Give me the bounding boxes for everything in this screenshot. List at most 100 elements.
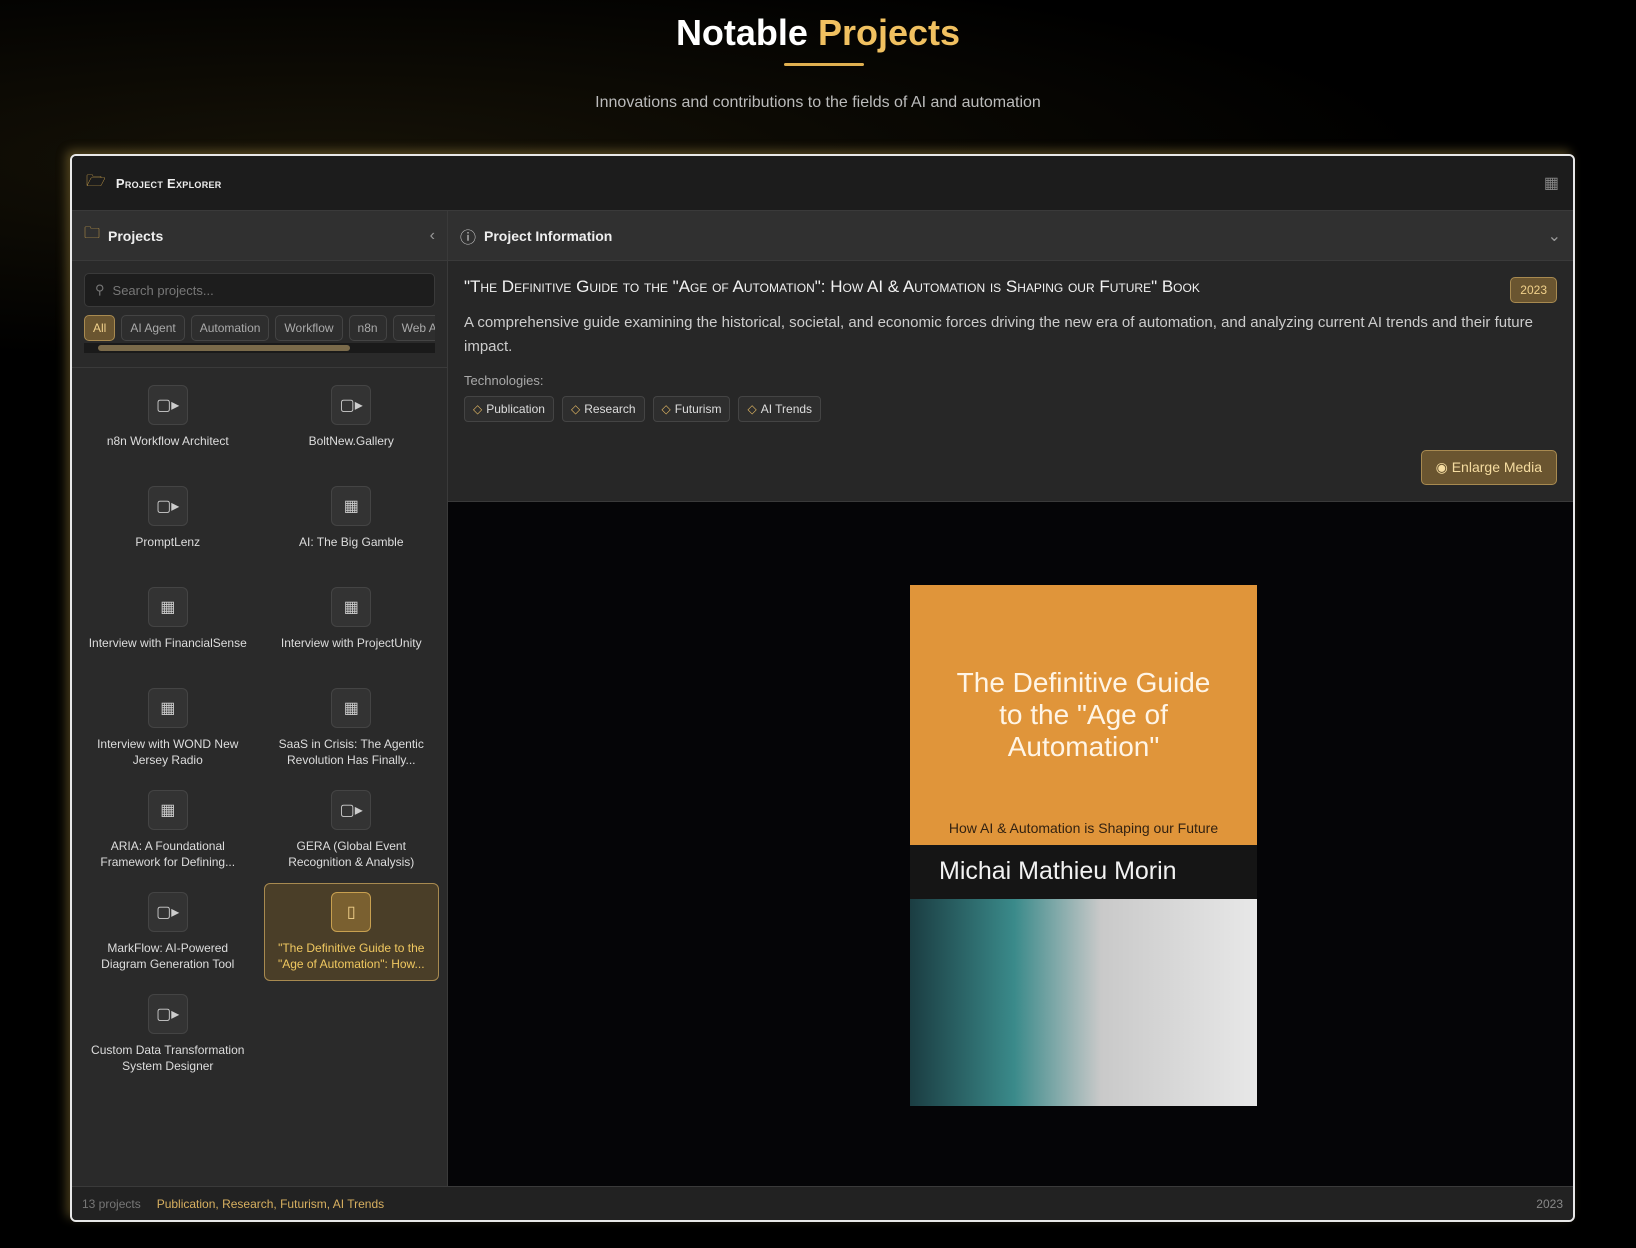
image-icon: ▦ — [147, 790, 188, 830]
tag-label: Futurism — [674, 402, 722, 416]
collapse-sidebar-button[interactable]: ‹ — [430, 227, 435, 245]
search-placeholder: Search projects... — [112, 282, 214, 298]
filter-scrollbar[interactable] — [84, 343, 435, 353]
project-count: 13 projects — [82, 1196, 141, 1211]
tag-research: ◇ Research — [561, 396, 645, 422]
project-item[interactable]: ▦ Interview with FinancialSense — [80, 578, 256, 675]
project-description: A comprehensive guide examining the hist… — [464, 314, 1533, 355]
project-item[interactable]: ▯ "The Definitive Guide to the "Age of Au… — [263, 883, 439, 981]
video-icon: ▢▸ — [147, 486, 188, 526]
filter-all[interactable]: All — [84, 315, 116, 341]
image-icon: ▦ — [331, 688, 372, 728]
project-item[interactable]: ▦ SaaS in Crisis: The Agentic Revolution … — [264, 679, 440, 777]
book-subtitle: How AI & Automation is Shaping our Futur… — [948, 820, 1219, 836]
media-viewer: The Definitive Guide to the "Age of Auto… — [448, 502, 1573, 1186]
project-title: "The Definitive Guide to the "Age of Aut… — [464, 277, 1200, 296]
project-label: Interview with ProjectUnity — [280, 636, 422, 650]
image-icon: ▦ — [147, 587, 188, 627]
book-cover-image: The Definitive Guide to the "Age of Auto… — [910, 585, 1257, 1106]
tag-label: Research — [584, 402, 636, 416]
project-label: ARIA: A Foundational Framework for Defin… — [100, 839, 236, 869]
project-item[interactable]: ▢▸ GERA (Global Event Recognition & Analy… — [264, 781, 440, 879]
filter-ai-agent[interactable]: AI Agent — [121, 315, 185, 341]
filter-workflow[interactable]: Workflow — [275, 315, 343, 341]
status-bar: 13 projects Publication, Research, Futur… — [72, 1186, 1573, 1220]
tag-publication: ◇ Publication — [464, 396, 554, 422]
info-header: ⓘ Project Information ⌄ — [448, 211, 1573, 261]
video-icon: ▢▸ — [147, 994, 188, 1034]
filter-web-apps[interactable]: Web Ap — [392, 315, 435, 341]
title-accent: Projects — [817, 12, 961, 53]
book-cover-art — [910, 899, 1257, 1106]
info-header-title: Project Information — [484, 227, 613, 244]
project-label: Interview with WOND New Jersey Radio — [97, 737, 239, 767]
project-label: n8n Workflow Architect — [106, 434, 229, 448]
project-item[interactable]: ▢▸ PromptLenz — [80, 477, 256, 574]
technologies-label: Technologies: — [464, 373, 544, 388]
enlarge-media-button[interactable]: ◉ Enlarge Media — [1420, 450, 1557, 485]
tag-ai-trends: ◇ AI Trends — [738, 396, 822, 422]
search-icon: ⚲ — [95, 282, 105, 297]
tag-label: Publication — [486, 402, 545, 416]
title-underline — [784, 63, 864, 66]
book-cover-top: The Definitive Guide to the "Age of Auto… — [910, 585, 1257, 845]
project-label: SaaS in Crisis: The Agentic Revolution H… — [278, 737, 424, 767]
grid-view-icon[interactable]: ▦ — [1544, 173, 1559, 193]
footer-year: 2023 — [1536, 1196, 1563, 1211]
folder-icon: 🗀 — [84, 225, 101, 242]
collapse-info-button[interactable]: ⌄ — [1548, 226, 1561, 246]
tag-icon: ◇ — [747, 402, 757, 416]
filter-automation[interactable]: Automation — [190, 315, 270, 341]
info-icon: ⓘ — [460, 229, 477, 247]
video-icon: ▢▸ — [331, 790, 372, 830]
project-label: Interview with FinancialSense — [88, 636, 247, 650]
project-details: "The Definitive Guide to the "Age of Aut… — [448, 261, 1573, 502]
project-label: "The Definitive Guide to the "Age of Aut… — [277, 941, 425, 971]
project-item[interactable]: ▢▸ MarkFlow: AI-Powered Diagram Generatio… — [80, 883, 256, 981]
project-item[interactable]: ▦ AI: The Big Gamble — [264, 477, 440, 574]
video-icon: ▢▸ — [147, 385, 188, 425]
year-badge: 2023 — [1510, 277, 1557, 303]
tag-futurism: ◇ Futurism — [652, 396, 731, 422]
project-item[interactable]: ▦ Interview with ProjectUnity — [264, 578, 440, 675]
title-part: Notable — [675, 12, 808, 53]
filter-n8n[interactable]: n8n — [348, 315, 387, 341]
search-input[interactable]: ⚲ Search projects... — [84, 273, 435, 307]
page-subtitle: Innovations and contributions to the fie… — [595, 94, 1041, 111]
project-label: BoltNew.Gallery — [308, 434, 394, 448]
explorer-header: 🗁 Project Explorer ▦ — [72, 156, 1573, 211]
project-item[interactable]: ▢▸ n8n Workflow Architect — [80, 376, 256, 473]
image-icon: ▦ — [331, 486, 372, 526]
project-item[interactable]: ▢▸ Custom Data Transformation System Desi… — [80, 985, 256, 1083]
explorer-title: Project Explorer — [115, 175, 222, 191]
project-label: GERA (Global Event Recognition & Analysi… — [288, 839, 415, 869]
project-label: Custom Data Transformation System Design… — [91, 1043, 245, 1073]
tag-label: AI Trends — [760, 402, 813, 416]
video-icon: ▢▸ — [331, 385, 372, 425]
project-item[interactable]: ▦ ARIA: A Foundational Framework for Defi… — [80, 781, 256, 879]
page-title: Notable Projects — [0, 12, 1636, 54]
tag-icon: ◇ — [473, 402, 483, 416]
technology-tags: ◇ Publication ◇ Research ◇ Futurism ◇ AI Tre… — [464, 396, 1557, 422]
footer-tags: Publication, Research, Futurism, AI Tren… — [156, 1196, 385, 1211]
folder-open-icon: 🗁 — [86, 172, 106, 190]
project-info-panel: ⓘ Project Information ⌄ "The Definitive … — [448, 211, 1573, 1186]
scrollbar-thumb[interactable] — [98, 345, 350, 351]
project-label: PromptLenz — [135, 535, 201, 549]
filter-chips: All AI Agent Automation Workflow n8n Web… — [84, 315, 435, 341]
project-explorer: 🗁 Project Explorer ▦ 🗀 Projects ‹ ⚲ Sear… — [70, 154, 1575, 1222]
project-label: MarkFlow: AI-Powered Diagram Generation … — [101, 941, 235, 971]
sidebar-header: 🗀 Projects ‹ — [72, 211, 447, 261]
project-label: AI: The Big Gamble — [299, 535, 404, 549]
project-item[interactable]: ▢▸ BoltNew.Gallery — [264, 376, 440, 473]
projects-sidebar: 🗀 Projects ‹ ⚲ Search projects... All AI… — [72, 211, 448, 1186]
video-icon: ▢▸ — [147, 892, 188, 932]
enlarge-label: Enlarge Media — [1451, 459, 1542, 475]
image-icon: ▦ — [147, 688, 188, 728]
tag-icon: ◇ — [570, 402, 581, 416]
project-grid: ▢▸ n8n Workflow Architect ▢▸ BoltNew.Galler… — [72, 368, 447, 1083]
project-item[interactable]: ▦ Interview with WOND New Jersey Radio — [80, 679, 256, 777]
book-title: The Definitive Guide to the "Age of Auto… — [956, 667, 1211, 762]
tag-icon: ◇ — [661, 402, 671, 416]
image-icon: ▦ — [331, 587, 372, 627]
